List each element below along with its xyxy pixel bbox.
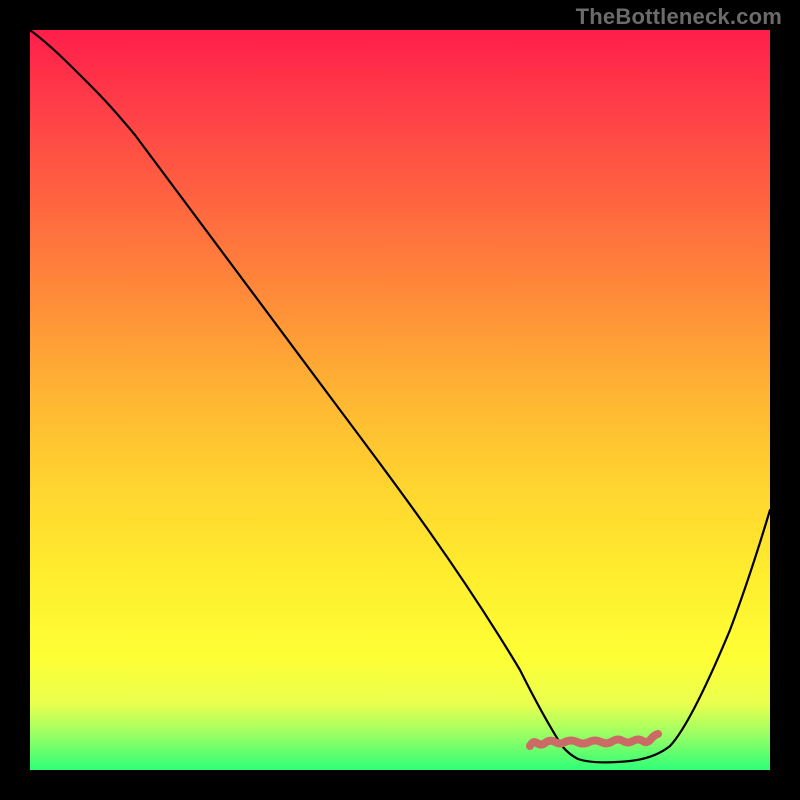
plot-area xyxy=(30,30,770,770)
valley-floor-marker xyxy=(530,734,658,746)
chart-frame: TheBottleneck.com xyxy=(0,0,800,800)
main-curve xyxy=(30,30,770,762)
chart-svg xyxy=(30,30,770,770)
watermark-text: TheBottleneck.com xyxy=(576,4,782,30)
